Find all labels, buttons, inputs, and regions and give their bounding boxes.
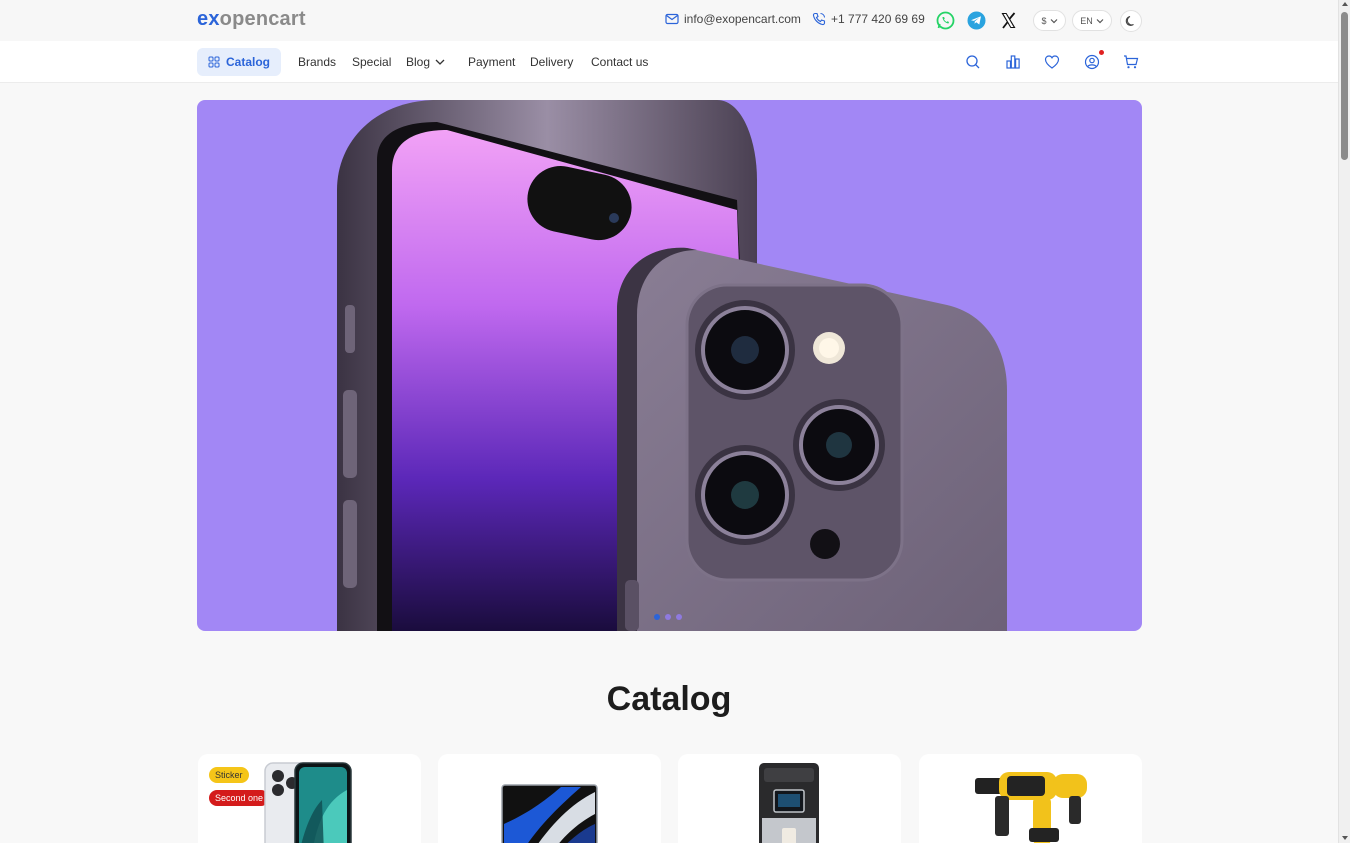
x-twitter-icon[interactable]: [998, 10, 1019, 31]
logo-ex: ex: [197, 8, 220, 30]
nav-delivery[interactable]: Delivery: [530, 55, 573, 69]
macbook-pro-image: [501, 784, 598, 843]
site-logo[interactable]: exopencart: [197, 8, 306, 31]
search-icon[interactable]: [963, 52, 983, 72]
scroll-thumb[interactable]: [1341, 12, 1348, 160]
cart-icon[interactable]: [1121, 52, 1141, 72]
second-one-badge: Second one: [209, 790, 270, 806]
catalog-button[interactable]: Catalog: [197, 48, 281, 76]
nav-delivery-label: Delivery: [530, 55, 574, 69]
sticker-badge: Sticker: [209, 767, 249, 783]
account-icon[interactable]: [1082, 52, 1102, 72]
logo-opencart: opencart: [219, 8, 306, 30]
slider-dot-1[interactable]: [654, 614, 660, 620]
page-scrollbar[interactable]: [1338, 0, 1350, 843]
iphone-13-pro-image: [264, 762, 352, 843]
hero-banner[interactable]: [197, 100, 1142, 631]
nav-blog-label: Blog: [406, 55, 431, 69]
wishlist-heart-icon[interactable]: [1042, 52, 1062, 72]
chevron-down-icon: [1096, 18, 1104, 23]
product-card-4[interactable]: [919, 754, 1142, 843]
mail-icon: [665, 13, 679, 25]
language-value: EN: [1080, 15, 1093, 26]
coffee-machine-image: [759, 763, 819, 843]
slider-dot-3[interactable]: [676, 614, 682, 620]
scroll-up-arrow-icon[interactable]: [1342, 2, 1348, 6]
catalog-heading: Catalog: [606, 680, 732, 718]
nav-special[interactable]: Special: [352, 55, 391, 69]
product-card-2[interactable]: [438, 754, 661, 843]
account-notification-dot: [1099, 50, 1104, 55]
product-card-1[interactable]: Sticker Second one: [198, 754, 421, 843]
moon-icon: [1125, 16, 1134, 26]
nav-brands[interactable]: Brands: [298, 55, 336, 69]
email-link[interactable]: info@exopencart.com: [665, 12, 801, 26]
nav-payment[interactable]: Payment: [468, 55, 515, 69]
telegram-icon[interactable]: [966, 10, 987, 31]
chevron-down-icon: [1050, 18, 1057, 23]
catalog-label: Catalog: [225, 55, 270, 69]
phone-text: +1 777 420 69 69: [831, 12, 925, 26]
slider-dot-2[interactable]: [665, 614, 671, 620]
top-bar: exopencart info@exopencart.com +1 777 42…: [0, 0, 1338, 41]
nav-brands-label: Brands: [298, 55, 337, 69]
iphone-14-pro-banner-image: [337, 100, 1007, 631]
nav-contact[interactable]: Contact us: [591, 55, 648, 69]
scroll-down-arrow-icon[interactable]: [1342, 836, 1348, 840]
grid-icon: [208, 56, 220, 68]
phone-icon: [812, 12, 826, 26]
email-text: info@exopencart.com: [684, 12, 801, 26]
nav-payment-label: Payment: [468, 55, 516, 69]
nav-blog[interactable]: Blog: [406, 55, 446, 69]
slider-dots: [654, 614, 682, 620]
dark-mode-toggle[interactable]: [1120, 10, 1142, 32]
currency-value: $: [1041, 15, 1047, 26]
main-nav: Catalog Brands Special Blog Payment Deli…: [0, 41, 1338, 83]
nav-contact-label: Contact us: [591, 55, 649, 69]
dewalt-drill-image: [975, 772, 1087, 843]
currency-select[interactable]: $: [1033, 10, 1066, 31]
language-select[interactable]: EN: [1072, 10, 1112, 31]
whatsapp-icon[interactable]: [935, 10, 956, 31]
chevron-down-icon: [435, 59, 445, 65]
compare-icon[interactable]: [1003, 52, 1023, 72]
product-card-3[interactable]: [678, 754, 901, 843]
phone-link[interactable]: +1 777 420 69 69: [812, 12, 925, 26]
nav-special-label: Special: [352, 55, 392, 69]
